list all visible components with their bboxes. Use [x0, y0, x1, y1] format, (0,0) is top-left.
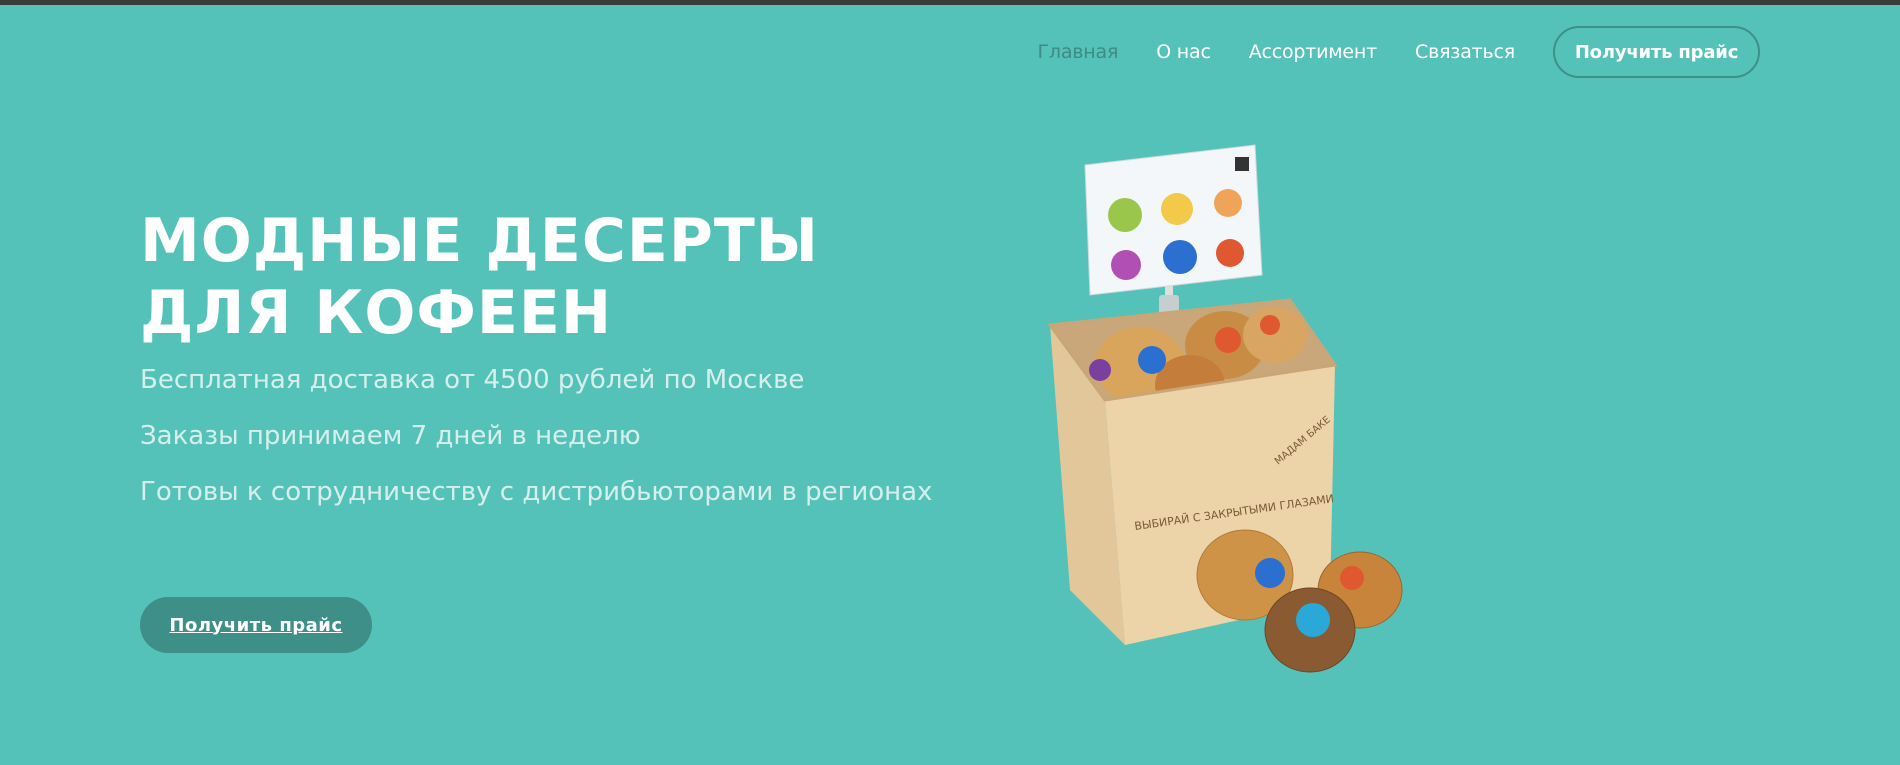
product-box-image: ВЫБИРАЙ С ЗАКРЫТЫМИ ГЛАЗАМИ МАДАМ БАКЕ [1047, 144, 1403, 673]
nav-item-contact[interactable]: Связаться [1415, 41, 1515, 63]
hero-line-orders: Заказы принимаем 7 дней в неделю [140, 421, 641, 451]
nav-get-price-button[interactable]: Получить прайс [1553, 26, 1760, 78]
top-border [0, 0, 1900, 5]
nav-item-assortment[interactable]: Ассортимент [1249, 41, 1378, 63]
hero-get-price-button[interactable]: Получить прайс [140, 597, 372, 653]
hero-line-distributors: Готовы к сотрудничеству с дистрибьюторам… [140, 477, 933, 507]
nav-item-home[interactable]: Главная [1038, 41, 1119, 63]
hero-section: Модные десерты для кофеен Бесплатная дос… [140, 205, 960, 509]
main-nav: Главная О нас Ассортимент Связаться Полу… [1000, 26, 1760, 78]
sign-card [1084, 144, 1263, 296]
hero-line-delivery: Бесплатная доставка от 4500 рублей по Мо… [140, 365, 805, 395]
hero-title: Модные десерты для кофеен [140, 206, 819, 348]
nav-item-about[interactable]: О нас [1156, 41, 1211, 63]
